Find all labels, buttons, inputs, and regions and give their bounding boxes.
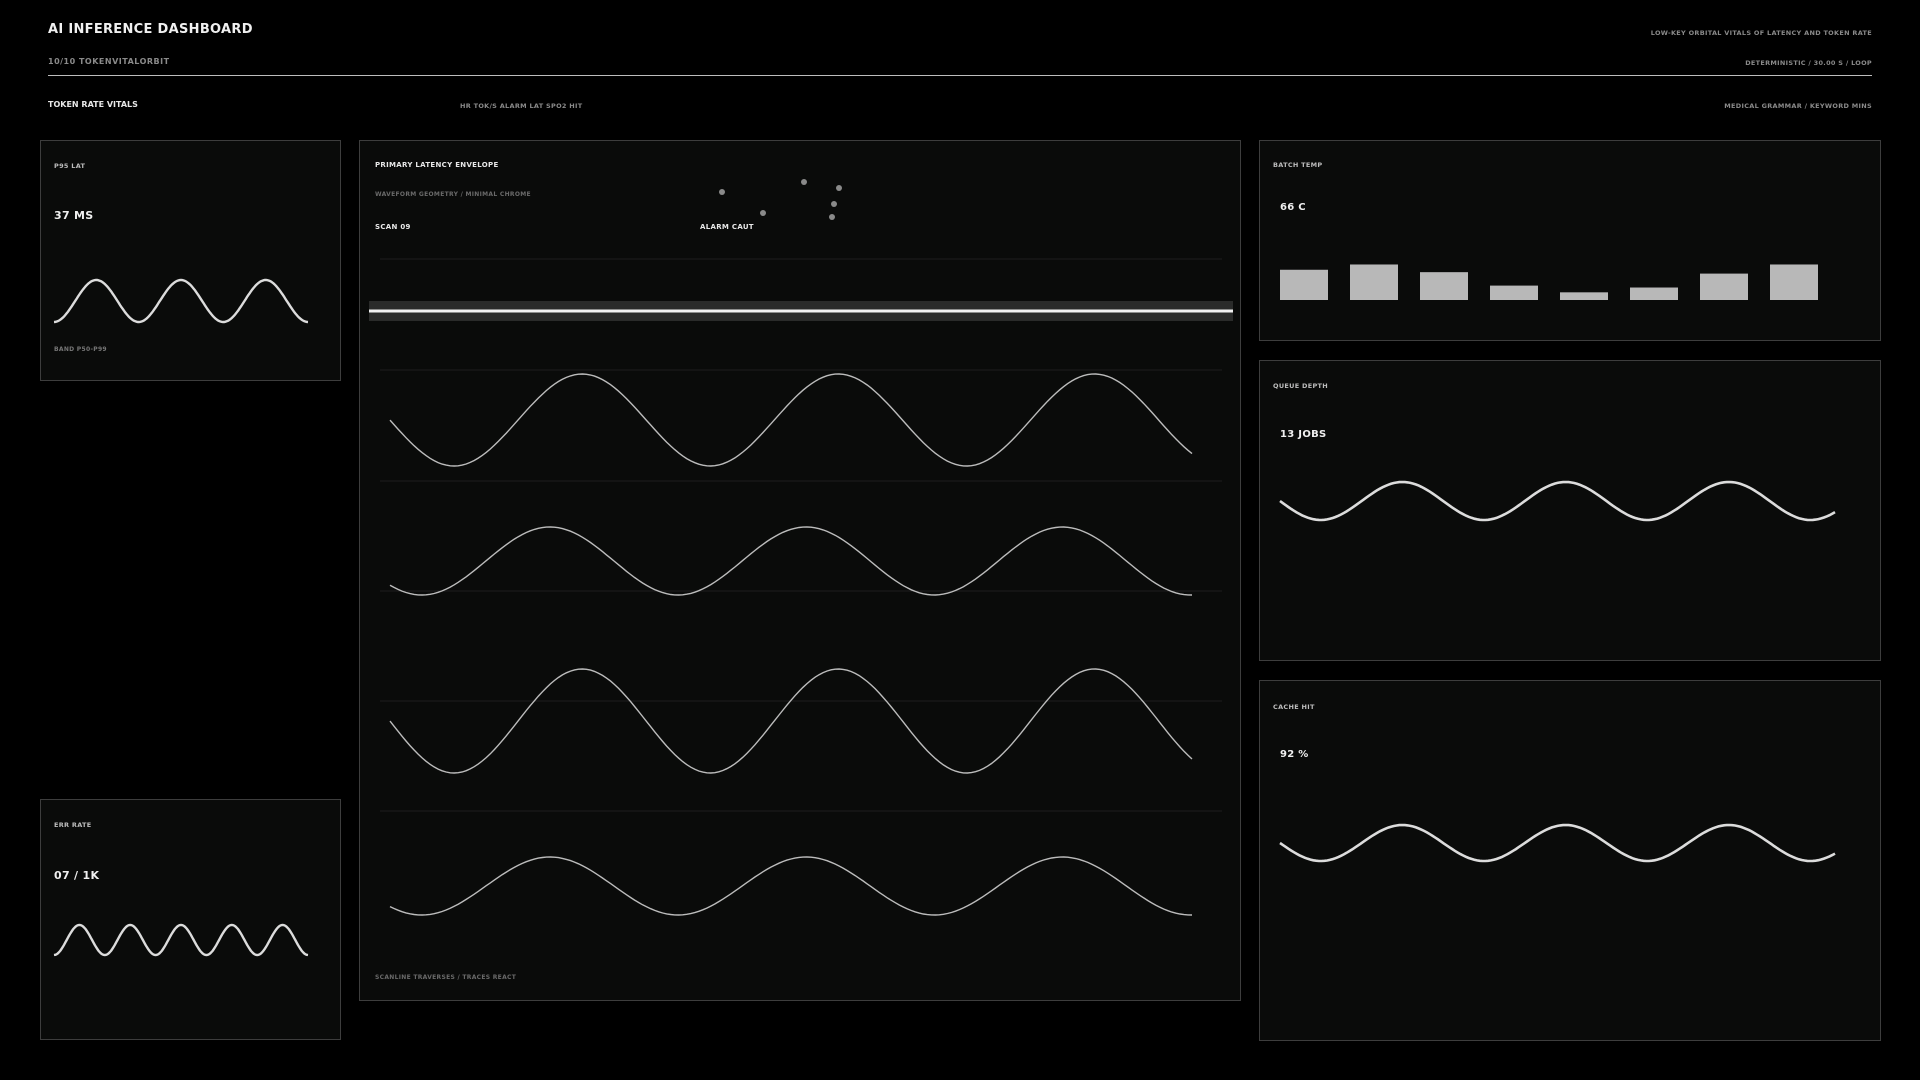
panel-footer: BAND P50-P99 xyxy=(54,346,107,353)
alarm-dot xyxy=(801,179,807,185)
primary-trace-2 xyxy=(389,526,1193,596)
header-divider xyxy=(48,75,1872,76)
batch-bar xyxy=(1350,264,1398,300)
panel-p95-lat[interactable]: P95 LAT 37 MS BAND P50-P99 xyxy=(40,140,341,381)
panel-batch-temp[interactable]: BATCH TEMP 66 C xyxy=(1259,140,1881,341)
section-legend: HR TOK/S ALARM LAT SPO2 HIT xyxy=(460,102,583,110)
batch-bar xyxy=(1420,272,1468,300)
batch-bar xyxy=(1490,285,1538,300)
alarm-dot xyxy=(836,185,842,191)
panel-cache-hit[interactable]: CACHE HIT 92 % xyxy=(1259,680,1881,1041)
section-title: TOKEN RATE VITALS xyxy=(48,100,138,109)
alarm-dot xyxy=(719,189,725,195)
panel-footer: SCANLINE TRAVERSES / TRACES REACT xyxy=(375,974,517,981)
primary-trace-1 xyxy=(389,373,1193,467)
primary-trace-4 xyxy=(389,856,1193,916)
err-trace xyxy=(53,923,309,957)
page-title: AI INFERENCE DASHBOARD xyxy=(48,22,253,37)
batch-bar-chart xyxy=(1280,264,1818,300)
queue-trace xyxy=(1279,480,1836,522)
queue-waveform xyxy=(1279,480,1836,522)
alarm-dot xyxy=(760,210,766,216)
batch-bar xyxy=(1560,292,1608,300)
batch-bar xyxy=(1770,264,1818,300)
section-grammar: MEDICAL GRAMMAR / KEYWORD MINS xyxy=(1724,102,1872,110)
err-waveform xyxy=(53,923,309,957)
page-tagline: LOW-KEY ORBITAL VITALS OF LATENCY AND TO… xyxy=(1650,29,1872,37)
page-subtitle: 10/10 TOKENVITALORBIT xyxy=(48,57,170,66)
primary-trace-3 xyxy=(389,668,1193,774)
panel-err-rate[interactable]: ERR RATE 07 / 1K xyxy=(40,799,341,1040)
mode-info: DETERMINISTIC / 30.00 S / LOOP xyxy=(1745,59,1872,67)
cache-trace xyxy=(1279,823,1836,863)
primary-waveforms xyxy=(369,179,1233,916)
p95-trace xyxy=(53,278,309,324)
batch-bar xyxy=(1630,287,1678,300)
panel-primary-latency[interactable]: PRIMARY LATENCY ENVELOPE WAVEFORM GEOMET… xyxy=(359,140,1241,1001)
alarm-dot xyxy=(829,214,835,220)
batch-bar xyxy=(1700,273,1748,300)
alarm-dot xyxy=(831,201,837,207)
batch-bar xyxy=(1280,269,1328,300)
panel-queue-depth[interactable]: QUEUE DEPTH 13 JOBS xyxy=(1259,360,1881,661)
cache-waveform xyxy=(1279,823,1836,863)
